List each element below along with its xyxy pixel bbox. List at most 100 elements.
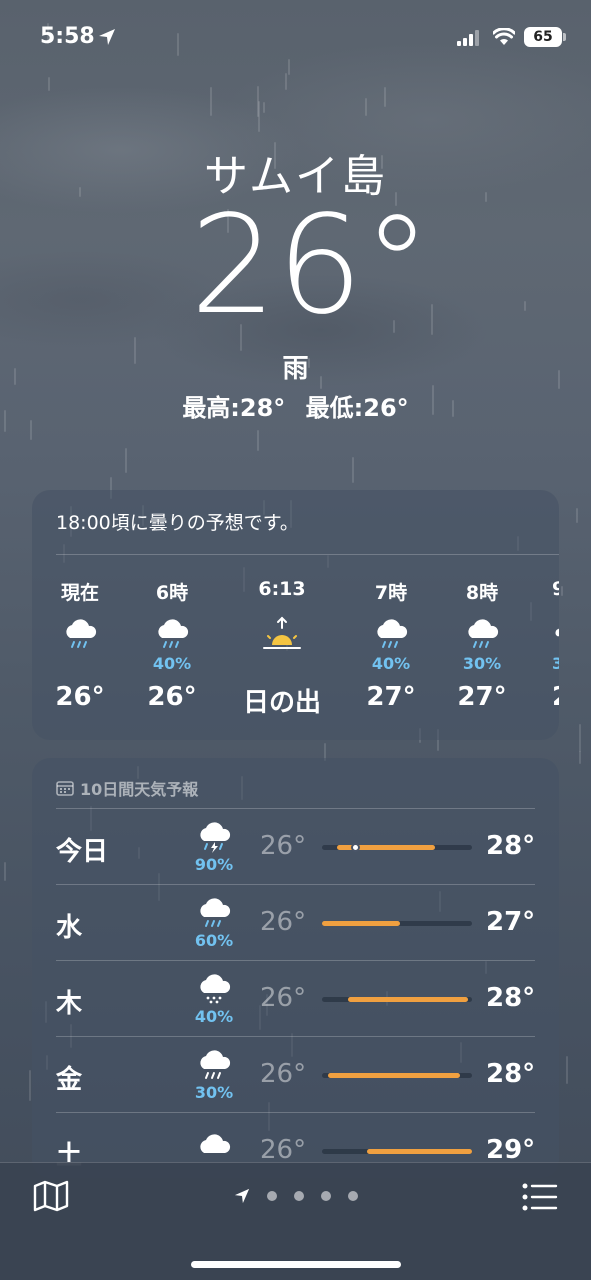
page-dot[interactable] bbox=[294, 1191, 304, 1201]
day-label: 水 bbox=[56, 913, 83, 943]
high-low: 最高:28° 最低:26° bbox=[0, 388, 591, 423]
page-dot[interactable] bbox=[321, 1191, 331, 1201]
current-condition: 雨 bbox=[282, 354, 309, 384]
status-bar: 5:58 65 bbox=[0, 0, 591, 76]
precip-chance bbox=[32, 654, 130, 676]
hour-item-partial: 9 3 2 bbox=[514, 578, 559, 712]
rain-cloud-icon: 60% bbox=[184, 895, 244, 950]
temperature-range-fill bbox=[322, 921, 400, 926]
high-temp: 29° bbox=[486, 1135, 536, 1165]
hour-item: 6:13 日の出 bbox=[232, 578, 332, 719]
rain-streak bbox=[576, 508, 578, 523]
calendar-icon bbox=[56, 781, 74, 796]
hour-temp: 日の出 bbox=[242, 688, 321, 718]
high-temp: 28° bbox=[486, 831, 536, 861]
ten-day-header: 10日間天気予報 bbox=[56, 776, 198, 800]
rain-cloud-icon bbox=[122, 606, 222, 654]
rain-streak bbox=[561, 586, 563, 596]
battery-indicator: 65 bbox=[524, 27, 562, 47]
page-indicator[interactable] bbox=[234, 1188, 358, 1204]
precip-chance bbox=[232, 654, 332, 676]
temperature-range-fill bbox=[367, 1149, 472, 1154]
low-temperature: 最低:26° bbox=[305, 394, 409, 422]
status-time: 5:58 bbox=[40, 24, 95, 49]
temperature-range-bar bbox=[322, 1149, 472, 1154]
temperature-range-bar bbox=[322, 1073, 472, 1078]
hour-item: 7時 40% 27° bbox=[341, 578, 441, 712]
rain-streak bbox=[257, 430, 259, 451]
hour-temp: 2 bbox=[552, 682, 559, 712]
drizzle-cloud-icon: 40% bbox=[184, 971, 244, 1026]
precip-chance: 60% bbox=[194, 931, 234, 950]
temperature-range-bar bbox=[322, 997, 472, 1002]
low-temp: 26° bbox=[260, 983, 307, 1013]
daily-row[interactable]: 今日 90% 26° 28° bbox=[56, 808, 535, 884]
rain-streak bbox=[579, 724, 581, 752]
rain-cloud-icon bbox=[552, 606, 559, 654]
ten-day-forecast-card[interactable]: 10日間天気予報 今日 90% 26° 28° 水 60% 26° 27° 木 … bbox=[32, 758, 559, 1178]
hour-label: 6時 bbox=[155, 582, 189, 604]
low-temp: 26° bbox=[260, 907, 307, 937]
list-icon[interactable] bbox=[522, 1183, 558, 1211]
hour-temp: 26° bbox=[55, 682, 105, 712]
high-temp: 28° bbox=[486, 983, 536, 1013]
high-temp: 27° bbox=[486, 907, 536, 937]
rain-cloud-icon bbox=[32, 606, 130, 654]
home-indicator[interactable] bbox=[191, 1261, 401, 1268]
daily-row[interactable]: 水 60% 26° 27° bbox=[56, 884, 535, 960]
page-dot[interactable] bbox=[348, 1191, 358, 1201]
cellular-signal-icon bbox=[457, 30, 479, 46]
daily-row[interactable]: 木 40% 26° 28° bbox=[56, 960, 535, 1036]
location-arrow-icon bbox=[234, 1188, 250, 1204]
page-dot[interactable] bbox=[267, 1191, 277, 1201]
temperature-range-fill bbox=[347, 997, 468, 1002]
rain-streak bbox=[566, 1056, 568, 1084]
hour-label: 9 bbox=[552, 578, 559, 600]
rain-streak bbox=[352, 457, 354, 483]
daily-row[interactable]: 金 30% 26° 28° bbox=[56, 1036, 535, 1112]
precip-chance: 40% bbox=[152, 654, 192, 673]
rain-cloud-icon bbox=[341, 606, 441, 654]
location-arrow-icon bbox=[99, 29, 115, 45]
map-icon[interactable] bbox=[33, 1180, 69, 1212]
low-temp: 26° bbox=[260, 1059, 307, 1089]
day-label: 金 bbox=[56, 1065, 83, 1095]
thunderstorm-icon: 90% bbox=[184, 819, 244, 874]
sunrise-icon bbox=[232, 606, 332, 654]
rain-streak bbox=[263, 102, 265, 113]
rain-streak bbox=[579, 751, 581, 764]
rain-streak bbox=[48, 77, 50, 91]
rain-streak bbox=[384, 87, 386, 107]
rain-streak bbox=[210, 87, 212, 116]
wifi-icon bbox=[493, 28, 515, 45]
day-label: 木 bbox=[56, 989, 83, 1019]
hour-item: 現在 26° bbox=[32, 578, 130, 712]
bottom-toolbar bbox=[0, 1162, 591, 1280]
temperature-range-bar bbox=[322, 843, 472, 852]
high-temperature: 最高:28° bbox=[182, 394, 286, 422]
battery-nub bbox=[563, 33, 566, 41]
high-temp: 28° bbox=[486, 1059, 536, 1089]
temperature-range-bar bbox=[322, 921, 472, 926]
hour-temp: 27° bbox=[366, 682, 416, 712]
rain-streak bbox=[29, 1070, 31, 1101]
hour-label: 6:13 bbox=[258, 578, 306, 600]
precip-chance: 40% bbox=[371, 654, 411, 673]
precip-chance: 3 bbox=[552, 654, 559, 673]
precip-chance: 40% bbox=[194, 1007, 234, 1026]
low-temp: 26° bbox=[260, 831, 307, 861]
hourly-forecast-card[interactable]: 18:00頃に曇りの予想です。 現在 26° 6時 40% 26° 6:13 日… bbox=[32, 490, 559, 740]
rain-cloud-icon: 30% bbox=[184, 1047, 244, 1102]
temperature-range-fill bbox=[328, 1073, 460, 1078]
hour-label: 7時 bbox=[374, 582, 408, 604]
precip-chance: 30% bbox=[194, 1083, 234, 1102]
low-temp: 26° bbox=[260, 1135, 307, 1165]
rain-streak bbox=[30, 420, 32, 440]
current-temperature: 26° bbox=[189, 187, 432, 345]
hour-label: 現在 bbox=[60, 582, 99, 604]
rain-streak bbox=[4, 862, 6, 881]
forecast-summary: 18:00頃に曇りの予想です。 bbox=[56, 512, 299, 534]
precip-chance: 90% bbox=[194, 855, 234, 874]
rain-streak bbox=[365, 98, 367, 116]
ten-day-title: 10日間天気予報 bbox=[80, 780, 199, 799]
